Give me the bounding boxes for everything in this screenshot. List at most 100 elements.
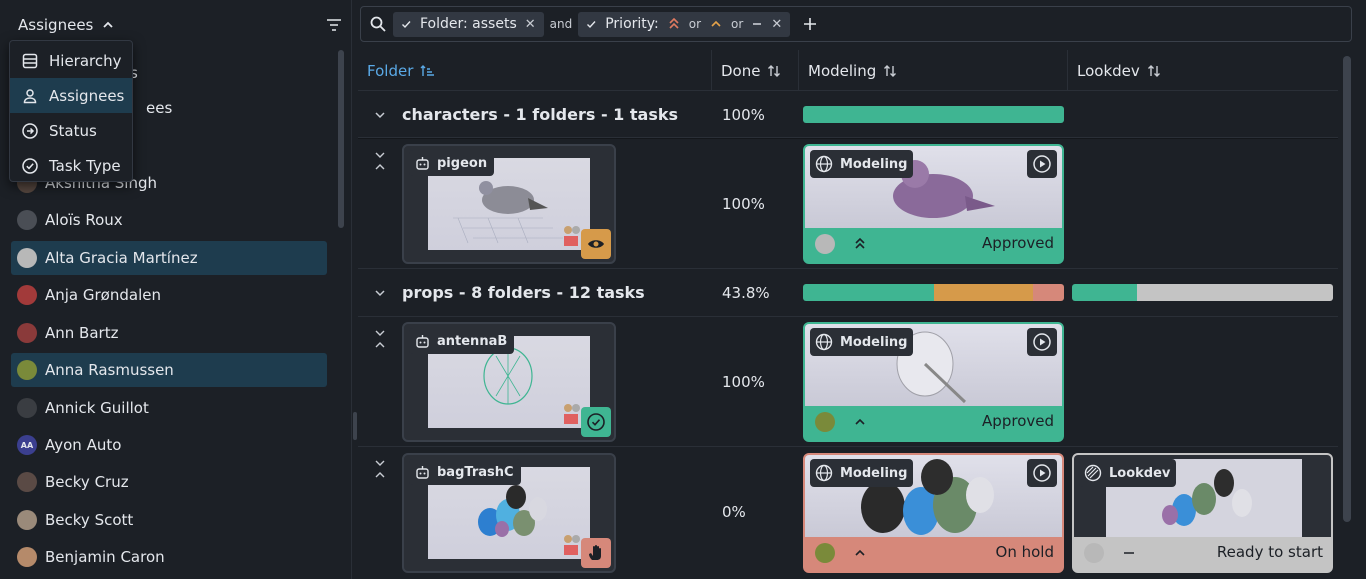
filter-icon[interactable] [325,16,343,34]
menu-item-status[interactable]: Status [10,113,132,148]
folder-label: antennaB [409,328,515,354]
globe-icon [815,464,833,482]
add-filter-icon[interactable] [802,16,818,32]
sort-icon [768,64,781,77]
conjunction: or [731,17,744,31]
avatar [17,285,37,305]
progress-segment-approved [803,284,934,301]
progress-bar [803,106,1064,123]
column-header-lookdev[interactable]: Lookdev [1068,50,1338,91]
progress-segment-on-hold [1032,284,1064,301]
expand-toggle[interactable] [374,151,386,177]
group-done: 43.8% [722,283,770,302]
chevron-down-icon[interactable] [373,286,387,300]
user-row[interactable]: Anna Rasmussen [11,353,327,387]
task-type-label: Modeling [810,459,914,487]
status-badge[interactable] [581,407,611,437]
expand-toggle[interactable] [374,459,386,485]
close-icon[interactable]: ✕ [771,17,782,32]
menu-item-task-type[interactable]: Task Type [10,148,132,183]
column-label: Lookdev [1077,61,1140,80]
folder-label: pigeon [409,150,495,176]
task-table: Folder Done Modeling Lookdev characters … [358,50,1338,579]
menu-item-label: Hierarchy [49,51,122,70]
menu-item-label: Task Type [49,156,121,175]
chevron-down-icon[interactable] [373,108,387,122]
group-row[interactable]: characters - 1 folders - 1 tasks 100% [358,91,1338,138]
close-icon[interactable]: ✕ [525,17,536,32]
folder-card[interactable]: antennaB [402,322,616,442]
user-row[interactable]: Alta Gracia Martínez [11,241,327,275]
task-type-name: Modeling [840,334,908,350]
task-card-lookdev[interactable]: Lookdev Ready to start [1072,453,1333,573]
conjunction: or [688,17,702,31]
table-row[interactable]: antennaB 100% Modeling Approved [358,317,1338,447]
task-type-name: Modeling [840,465,908,481]
avatar [815,234,835,254]
menu-item-assignees[interactable]: Assignees [10,78,132,113]
play-button[interactable] [1027,328,1057,356]
check-icon [402,20,411,28]
column-header-done[interactable]: Done [712,50,799,91]
search-icon[interactable] [369,15,387,33]
play-button[interactable] [1027,459,1057,487]
row-done: 0% [722,503,746,521]
asset-robot-icon [416,465,429,479]
user-row[interactable]: Becky Cruz [11,465,327,499]
avatar [815,543,835,563]
folder-name: pigeon [437,155,488,171]
table-row[interactable]: bagTrashC 0% Modeling On hold Lookdev Re… [358,447,1338,579]
filter-chip-folder[interactable]: Folder: assets ✕ [393,11,544,37]
task-card-modeling[interactable]: Modeling Approved [803,322,1064,442]
task-card-modeling[interactable]: Modeling Approved [803,144,1064,264]
task-status: Approved [982,234,1054,252]
folder-card[interactable]: pigeon [402,144,616,264]
status-badge[interactable] [581,229,611,259]
task-status: On hold [995,543,1054,561]
table-scrollbar[interactable] [1343,56,1351,522]
check-icon [587,20,596,28]
play-button[interactable] [1027,150,1057,178]
user-row[interactable]: AA Ayon Auto [11,428,327,462]
user-row[interactable]: Anja Grøndalen [11,278,327,312]
task-status: Approved [982,412,1054,430]
group-by-label: Assignees [18,16,94,34]
task-type-icon [22,157,38,174]
task-type-name: Modeling [840,156,908,172]
task-footer: Ready to start [1074,535,1331,571]
column-label: Folder [367,61,414,80]
filter-chip-priority[interactable]: Priority: or or ✕ [578,11,791,37]
group-title: characters - 1 folders - 1 tasks [402,105,679,124]
panel-splitter[interactable] [353,412,357,440]
folder-label: bagTrashC [409,459,521,485]
column-header-folder[interactable]: Folder [358,50,712,91]
play-icon [1033,333,1051,351]
menu-item-hierarchy[interactable]: Hierarchy [10,43,132,78]
task-card-modeling[interactable]: Modeling On hold [803,453,1064,573]
sidebar-scrollbar[interactable] [338,50,344,228]
folder-name: bagTrashC [437,464,514,480]
group-row[interactable]: props - 8 folders - 12 tasks 43.8% [358,269,1338,317]
user-name: Anna Rasmussen [45,361,174,379]
user-row[interactable]: Benjamin Caron [11,540,327,574]
play-icon [1033,155,1051,173]
user-row[interactable]: Aloïs Roux [11,203,327,237]
normal-priority-icon [753,23,762,25]
column-header-modeling[interactable]: Modeling [799,50,1068,91]
normal-priority-icon [1124,552,1134,554]
expand-toggle[interactable] [374,329,386,355]
table-row[interactable]: pigeon 100% Modeling Approved [358,139,1338,269]
row-done: 100% [722,195,765,213]
user-row[interactable]: Becky Scott [11,503,327,537]
folder-card[interactable]: bagTrashC [402,453,616,573]
status-badge[interactable] [581,538,611,568]
user-row[interactable]: Annick Guillot [11,391,327,425]
progress-segment-ready [1137,284,1333,301]
avatar [17,472,37,492]
user-name: Becky Cruz [45,473,129,491]
user-name: Ann Bartz [45,324,119,342]
avatar [17,323,37,343]
sort-icon [884,64,897,77]
user-name: Aloïs Roux [45,211,123,229]
user-row[interactable]: Ann Bartz [11,316,327,350]
